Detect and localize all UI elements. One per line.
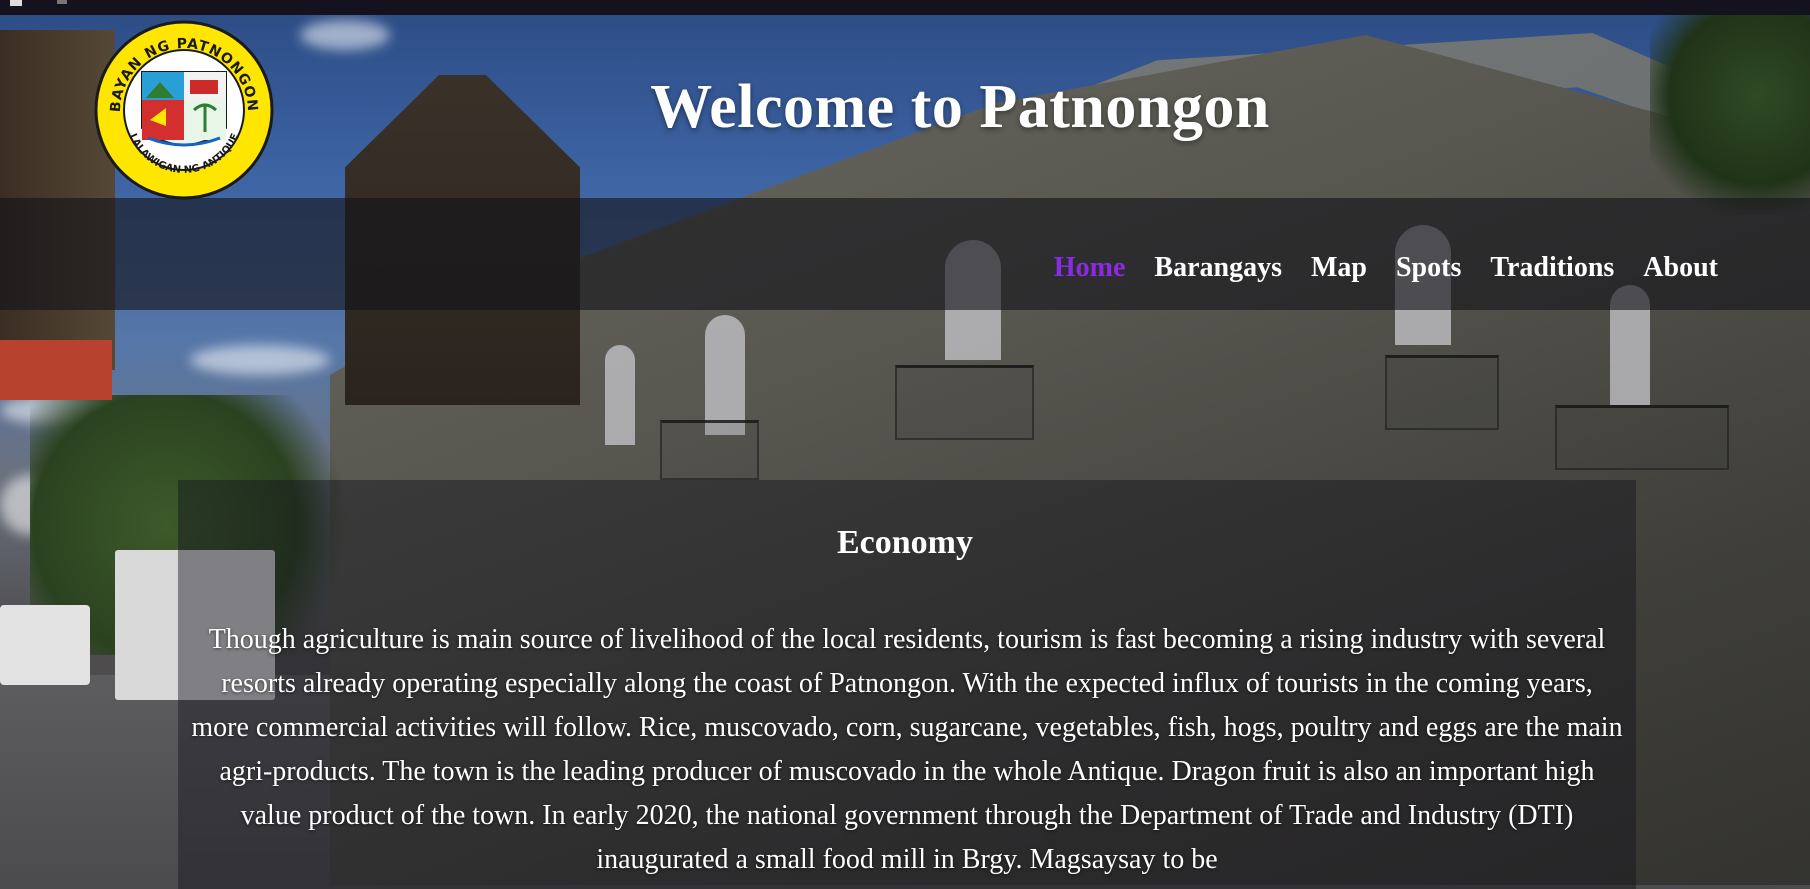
municipal-seal-logo[interactable]: BAYAN NG PATNONGON LALAWIGAN NG ANTIQUE [90,20,278,200]
nav-link-barangays[interactable]: Barangays [1154,252,1282,284]
main-navigation: Home Barangays Map Spots Traditions Abou… [1054,252,1718,284]
cloud-decoration [300,20,390,50]
nav-item-traditions: Traditions [1490,252,1614,284]
nav-item-home: Home [1054,252,1126,284]
balcony-scenery [1555,405,1729,470]
nav-link-map[interactable]: Map [1311,252,1367,284]
site-title: Welcome to Patnongon [650,73,1270,141]
nav-item-spots: Spots [1396,252,1461,284]
balcony-scenery [660,420,759,480]
nav-link-about[interactable]: About [1643,252,1718,284]
nav-item-about: About [1643,252,1718,284]
section-title: Economy [837,524,973,561]
cloud-decoration [190,345,330,375]
tree-scenery [1650,15,1810,215]
nav-item-barangays: Barangays [1154,252,1282,284]
van-scenery [0,605,90,685]
section-body-text: Though agriculture is main source of liv… [191,624,1623,875]
balcony-scenery [895,365,1034,440]
nav-link-home[interactable]: Home [1054,252,1126,284]
window-arch-scenery [705,315,745,435]
nav-item-map: Map [1311,252,1367,284]
balcony-scenery [1385,355,1499,430]
sign-scenery [0,340,112,400]
window-control-icon [10,0,22,6]
window-arch-scenery [605,345,635,445]
nav-link-traditions[interactable]: Traditions [1490,252,1614,284]
browser-top-strip [0,0,1810,15]
nav-link-spots[interactable]: Spots [1396,252,1461,284]
window-control-icon [57,0,67,4]
